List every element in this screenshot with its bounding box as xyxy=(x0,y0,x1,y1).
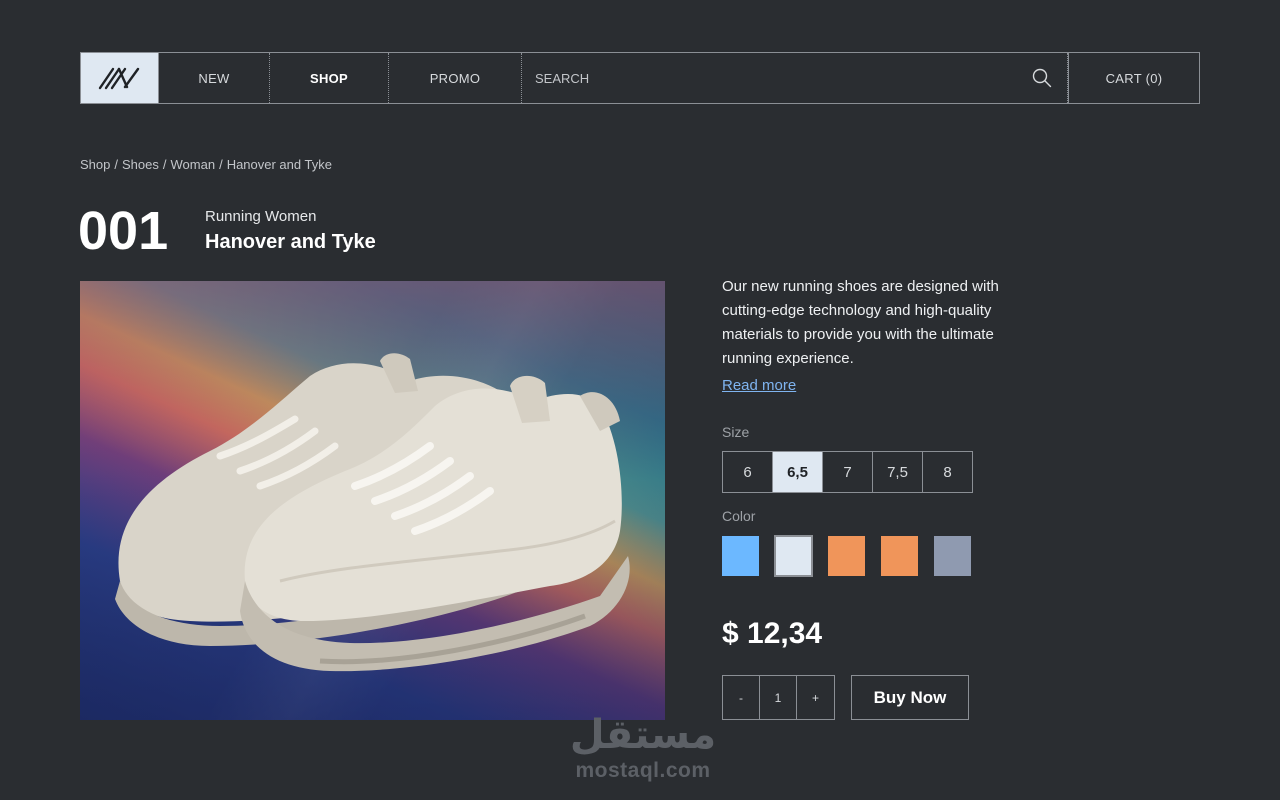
size-option[interactable]: 8 xyxy=(923,452,972,492)
breadcrumb-item-shop[interactable]: Shop xyxy=(80,157,110,172)
color-selector xyxy=(722,535,971,577)
search-icon[interactable] xyxy=(1031,67,1053,89)
nav-item-new[interactable]: NEW xyxy=(159,53,270,103)
quantity-increase-button[interactable]: + xyxy=(797,676,834,719)
product-number: 001 xyxy=(78,201,169,261)
product-name: Hanover and Tyke xyxy=(205,231,376,253)
watermark-latin: mostaql.com xyxy=(575,759,711,782)
nav-item-shop[interactable]: SHOP xyxy=(270,53,389,103)
breadcrumb-separator: / xyxy=(219,157,223,172)
nav-item-promo[interactable]: PROMO xyxy=(389,53,522,103)
product-price: $ 12,34 xyxy=(722,617,823,650)
quantity-decrease-button[interactable]: - xyxy=(723,676,760,719)
size-option[interactable]: 7 xyxy=(823,452,873,492)
size-label: Size xyxy=(722,424,750,440)
breadcrumb: Shop / Shoes / Woman / Hanover and Tyke xyxy=(80,157,332,172)
brand-logo[interactable] xyxy=(81,53,159,103)
color-swatch-slate[interactable] xyxy=(934,536,971,576)
quantity-value[interactable]: 1 xyxy=(760,676,797,719)
product-image xyxy=(80,281,665,720)
size-option-selected[interactable]: 6,5 xyxy=(773,452,823,492)
color-label: Color xyxy=(722,508,756,524)
cart-button[interactable]: CART (0) xyxy=(1068,53,1199,103)
breadcrumb-separator: / xyxy=(114,157,118,172)
breadcrumb-item-shoes[interactable]: Shoes xyxy=(122,157,159,172)
brand-logo-icon xyxy=(98,67,139,90)
watermark-arabic: مستقل xyxy=(569,712,717,758)
color-swatch-orange[interactable] xyxy=(828,536,865,576)
color-swatch-blue[interactable] xyxy=(722,536,759,576)
size-option[interactable]: 6 xyxy=(723,452,773,492)
quantity-stepper: - 1 + xyxy=(722,675,835,720)
breadcrumb-separator: / xyxy=(162,157,167,172)
breadcrumb-item-woman[interactable]: Woman xyxy=(171,157,216,172)
size-selector: 6 6,5 7 7,5 8 xyxy=(722,451,973,493)
breadcrumb-item-current: Hanover and Tyke xyxy=(226,157,332,172)
read-more-link[interactable]: Read more xyxy=(722,377,796,394)
top-navigation: NEW SHOP PROMO CART (0) xyxy=(80,52,1200,104)
search-input[interactable] xyxy=(535,70,1031,86)
sneakers-illustration xyxy=(115,353,630,672)
product-category: Running Women xyxy=(205,208,317,225)
watermark: مستقل mostaql.com xyxy=(563,712,723,784)
search-bar xyxy=(522,53,1068,103)
buy-now-button[interactable]: Buy Now xyxy=(851,675,969,720)
product-description: Our new running shoes are designed with … xyxy=(722,278,999,367)
color-swatch-white-selected[interactable] xyxy=(774,535,813,577)
color-swatch-orange[interactable] xyxy=(881,536,918,576)
size-option[interactable]: 7,5 xyxy=(873,452,923,492)
